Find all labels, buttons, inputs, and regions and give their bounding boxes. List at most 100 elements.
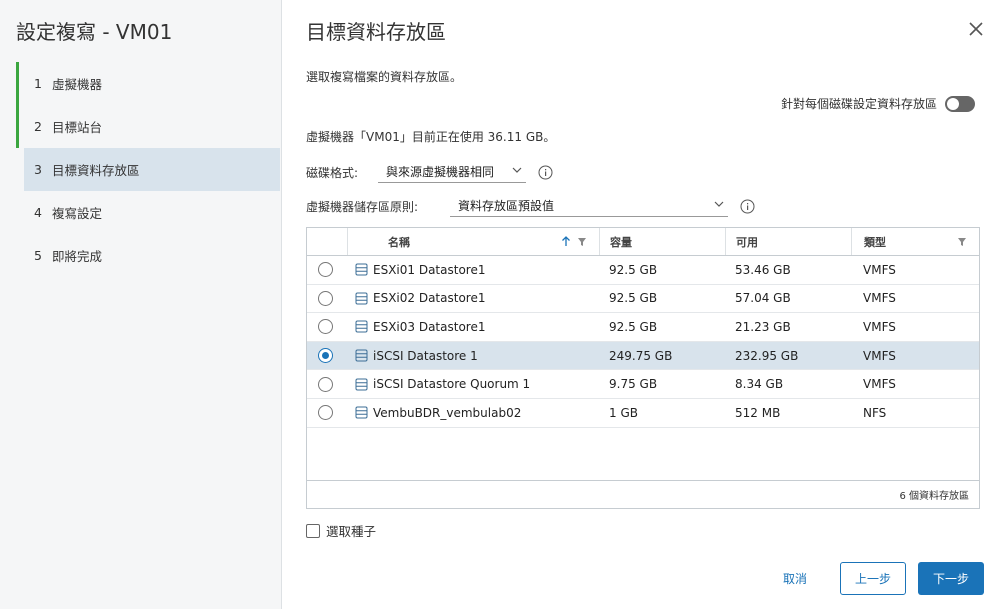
wizard-title: 設定複寫 - VM01 [16, 20, 173, 44]
capacity-value: 92.5 GB [609, 319, 658, 334]
type-cell: VMFS [851, 342, 979, 370]
datastore-icon [355, 349, 368, 362]
table-body: ESXi01 Datastore1 92.5 GB 53.46 GB VMFS ESXi… [307, 256, 979, 428]
capacity-value: 249.75 GB [609, 348, 673, 363]
datastore-name: VembuBDR_vembulab02 [373, 405, 522, 420]
capacity-cell: 9.75 GB [599, 370, 725, 398]
next-button[interactable]: 下一步 [918, 562, 984, 595]
storage-policy-select[interactable]: 資料存放區預設值 [450, 195, 728, 217]
step-label: 虛擬機器 [52, 77, 103, 92]
column-capacity-label: 容量 [610, 235, 632, 249]
table-row[interactable]: ESXi02 Datastore1 92.5 GB 57.04 GB VMFS [307, 285, 979, 314]
table-row[interactable]: iSCSI Datastore Quorum 1 9.75 GB 8.34 GB VM… [307, 370, 979, 399]
row-select-cell [307, 256, 347, 284]
name-cell: ESXi01 Datastore1 [347, 256, 599, 284]
free-cell: 512 MB [725, 399, 851, 427]
name-cell: ESXi02 Datastore1 [347, 285, 599, 313]
name-sort-filter [561, 236, 587, 247]
step-number: 4 [34, 205, 42, 220]
datastore-icon [355, 378, 368, 391]
per-disk-toggle[interactable] [945, 95, 975, 112]
select-seed-label: 選取種子 [326, 524, 377, 539]
free-value: 53.46 GB [735, 262, 791, 277]
step-label: 即將完成 [52, 249, 103, 264]
row-radio[interactable] [318, 376, 333, 392]
storage-policy-row: 虛擬機器儲存區原則: 資料存放區預設值 [306, 195, 755, 217]
capacity-cell: 249.75 GB [599, 342, 725, 370]
type-cell: NFS [851, 399, 979, 427]
capacity-cell: 92.5 GB [599, 285, 725, 313]
step-1[interactable]: 1 虛擬機器 [16, 62, 280, 105]
row-select-cell [307, 285, 347, 313]
type-cell: VMFS [851, 313, 979, 341]
name-cell: iSCSI Datastore 1 [347, 342, 599, 370]
free-cell: 21.23 GB [725, 313, 851, 341]
table-row[interactable]: ESXi01 Datastore1 92.5 GB 53.46 GB VMFS [307, 256, 979, 285]
cancel-button[interactable]: 取消 [772, 562, 818, 595]
step-number: 5 [34, 248, 42, 263]
row-radio[interactable] [318, 319, 333, 335]
free-cell: 53.46 GB [725, 256, 851, 284]
step-number: 2 [34, 119, 42, 134]
back-button[interactable]: 上一步 [840, 562, 906, 595]
datastore-icon [355, 292, 368, 305]
toggle-label: 針對每個磁碟設定資料存放區 [780, 97, 937, 111]
disk-format-select[interactable]: 與來源虛擬機器相同 [378, 161, 526, 183]
column-type-label: 類型 [864, 235, 886, 249]
table-row[interactable]: VembuBDR_vembulab02 1 GB 512 MB NFS [307, 399, 979, 428]
table-row[interactable]: ESXi03 Datastore1 92.5 GB 21.23 GB VMFS [307, 313, 979, 342]
table-row[interactable]: iSCSI Datastore 1 249.75 GB 232.95 GB VMFS [307, 341, 979, 371]
step-5[interactable]: 5 即將完成 [16, 234, 280, 277]
row-radio[interactable] [318, 405, 333, 421]
toggle-knob [947, 97, 959, 110]
row-select-cell [307, 399, 347, 427]
step-number: 1 [34, 76, 42, 91]
datastore-name: iSCSI Datastore 1 [373, 348, 478, 363]
column-name-label: 名稱 [388, 235, 410, 249]
free-cell: 232.95 GB [725, 342, 851, 370]
chevron-down-icon [512, 167, 522, 173]
capacity-value: 92.5 GB [609, 262, 658, 277]
type-value: NFS [863, 405, 887, 420]
step-3[interactable]: 3 目標資料存放區 [24, 148, 280, 191]
free-value: 21.23 GB [735, 319, 791, 334]
row-radio[interactable] [318, 262, 333, 278]
column-header-type[interactable]: 類型 [851, 228, 979, 255]
capacity-value: 1 GB [609, 405, 638, 420]
sort-ascending-icon[interactable] [561, 236, 571, 247]
column-header-free[interactable]: 可用 [725, 228, 851, 255]
step-2[interactable]: 2 目標站台 [16, 105, 280, 148]
datastore-icon [355, 406, 368, 419]
column-header-capacity[interactable]: 容量 [599, 228, 725, 255]
column-free-label: 可用 [736, 235, 758, 249]
type-cell: VMFS [851, 285, 979, 313]
storage-policy-label: 虛擬機器儲存區原則: [306, 199, 419, 214]
free-value: 232.95 GB [735, 348, 799, 363]
type-cell: VMFS [851, 370, 979, 398]
type-value: VMFS [863, 348, 896, 363]
type-value: VMFS [863, 377, 896, 392]
free-value: 57.04 GB [735, 291, 791, 306]
row-select-cell [307, 342, 347, 370]
disk-format-value: 與來源虛擬機器相同 [386, 165, 495, 179]
wizard-sidebar: 設定複寫 - VM01 1 虛擬機器 2 目標站台 3 目標資料存放區 4 複寫設定 5… [0, 0, 282, 609]
select-seed-checkbox[interactable] [306, 523, 320, 538]
name-cell: iSCSI Datastore Quorum 1 [347, 370, 599, 398]
table-footer: 6 個資料存放區 [307, 480, 979, 508]
step-4[interactable]: 4 複寫設定 [16, 191, 280, 234]
row-radio[interactable] [318, 290, 333, 306]
free-value: 8.34 GB [735, 377, 784, 392]
info-icon[interactable] [538, 165, 553, 180]
filter-icon[interactable] [957, 237, 967, 247]
close-icon[interactable] [967, 20, 985, 38]
datastore-name: iSCSI Datastore Quorum 1 [373, 377, 531, 392]
column-header-name[interactable]: 名稱 [347, 228, 599, 255]
type-cell: VMFS [851, 256, 979, 284]
disk-format-row: 磁碟格式: 與來源虛擬機器相同 [306, 161, 553, 183]
info-icon[interactable] [740, 199, 755, 214]
datastore-count: 6 個資料存放區 [899, 491, 969, 502]
wizard-steps: 1 虛擬機器 2 目標站台 3 目標資料存放區 4 複寫設定 5 即將完成 [16, 62, 280, 277]
datastore-name: ESXi03 Datastore1 [373, 319, 486, 334]
row-radio[interactable] [318, 348, 333, 364]
filter-icon[interactable] [577, 237, 587, 247]
